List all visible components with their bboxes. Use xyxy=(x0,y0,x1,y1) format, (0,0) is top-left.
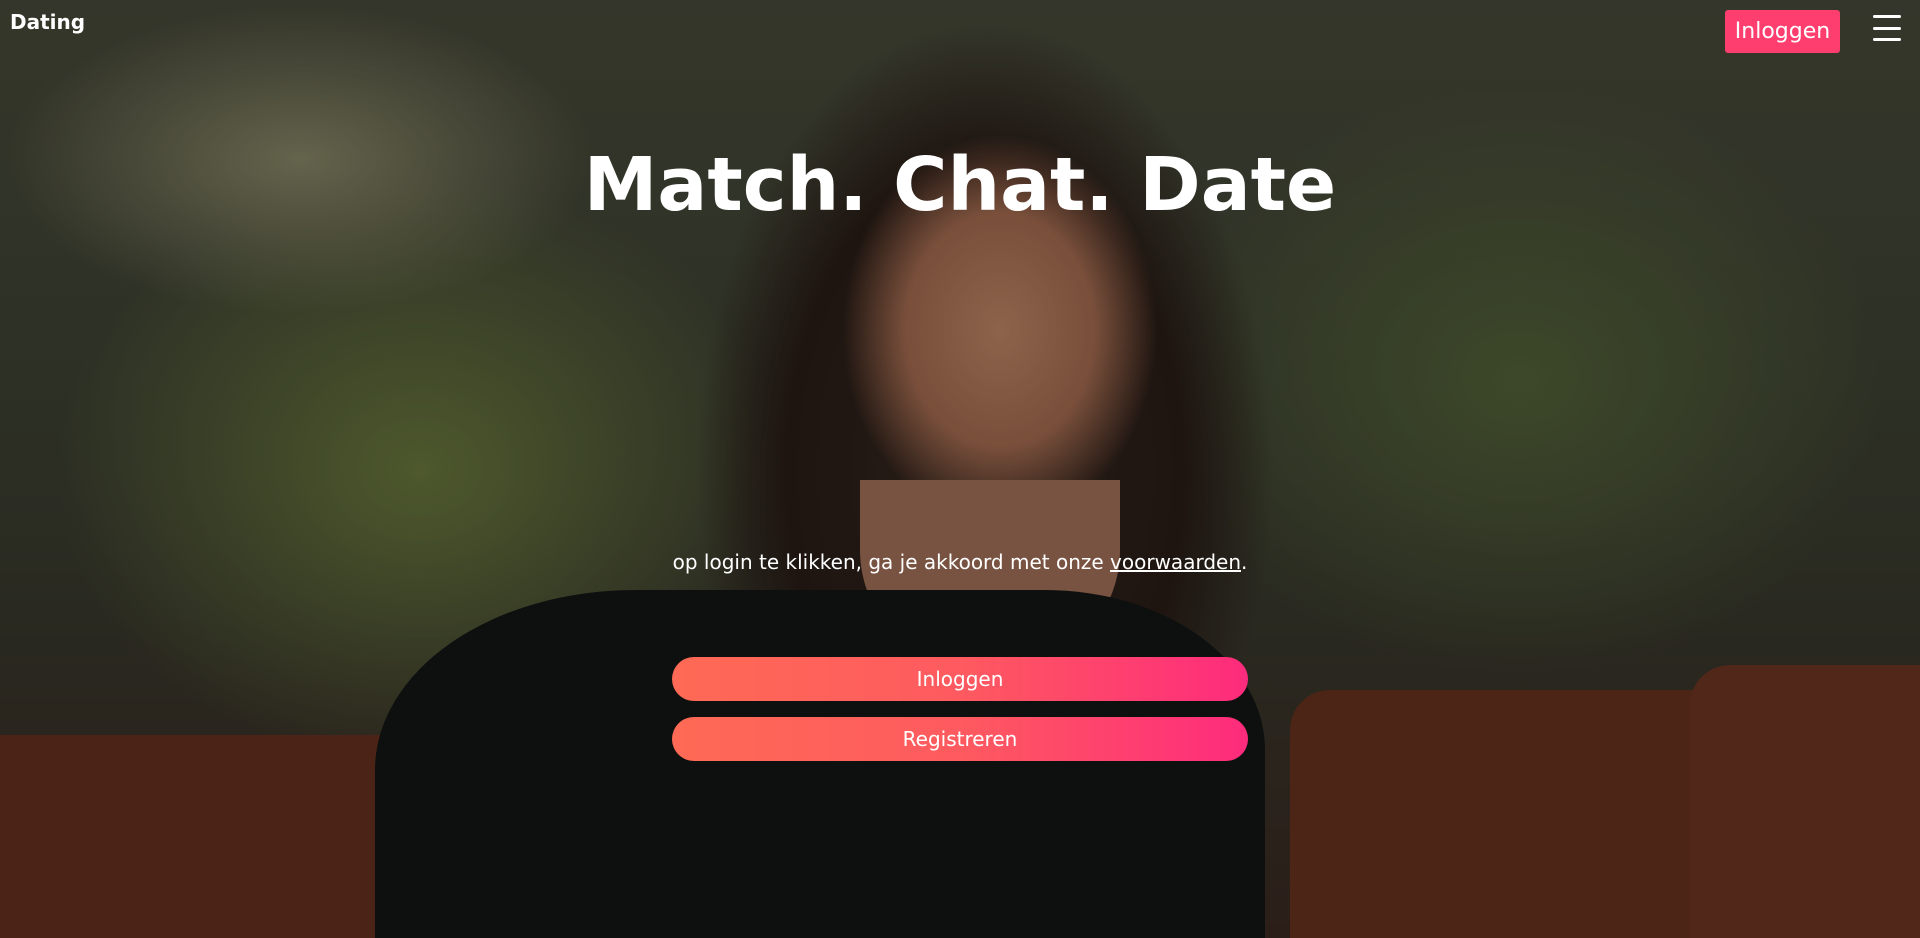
terms-notice: op login te klikken, ga je akkoord met o… xyxy=(0,550,1920,574)
page-title: Match. Chat. Date xyxy=(583,142,1337,228)
terms-text: op login te klikken, ga je akkoord met o… xyxy=(672,550,1111,574)
menu-line xyxy=(1873,15,1901,18)
hero-section: Dating Inloggen Match. Chat. Date op log… xyxy=(0,0,1920,938)
menu-line xyxy=(1873,26,1901,30)
login-button[interactable]: Inloggen xyxy=(672,657,1248,701)
menu-line xyxy=(1873,38,1901,41)
hamburger-menu-icon[interactable] xyxy=(1873,15,1901,41)
terms-suffix: . xyxy=(1241,550,1248,574)
background-overlay xyxy=(0,0,1920,938)
terms-link[interactable]: voorwaarden xyxy=(1110,550,1241,574)
brand-logo[interactable]: Dating xyxy=(10,10,85,34)
header-login-button[interactable]: Inloggen xyxy=(1725,10,1840,53)
register-button[interactable]: Registreren xyxy=(672,717,1248,761)
